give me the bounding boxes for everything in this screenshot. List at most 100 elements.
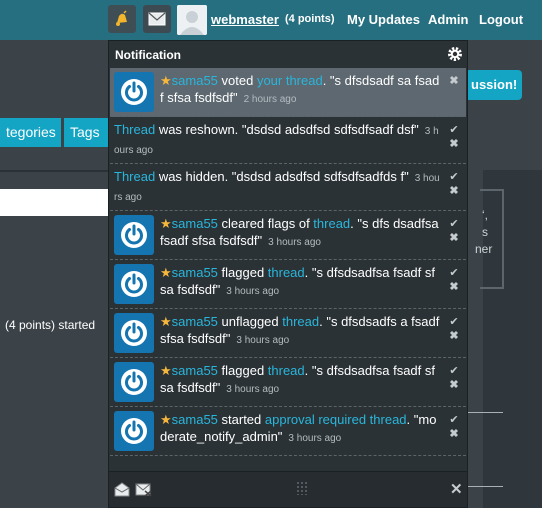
messages-button[interactable]	[143, 5, 171, 33]
close-icon[interactable]: ✖	[448, 280, 460, 294]
close-icon[interactable]: ✖	[448, 74, 460, 88]
user-link[interactable]: sama55	[172, 412, 218, 427]
star-icon: ★	[160, 265, 172, 280]
notification-actions: ✔ ✖	[448, 170, 460, 198]
mark-all-read-button[interactable]	[135, 481, 152, 502]
notification-actions: ✔ ✖	[448, 315, 460, 343]
notification-text: ★sama55 voted your thread. "s dfsdsadf s…	[114, 72, 440, 108]
user-points: (4 points)	[285, 13, 335, 25]
user-link[interactable]: sama55	[172, 216, 218, 231]
user-avatar-icon	[177, 5, 207, 35]
notification-footer: ✕	[109, 471, 467, 507]
search-input[interactable]	[0, 189, 108, 216]
star-icon: ★	[160, 314, 172, 329]
close-icon[interactable]: ✖	[448, 427, 460, 441]
thread-link[interactable]: thread	[313, 216, 350, 231]
notification-verb: flagged	[217, 363, 268, 378]
mail-icon	[148, 12, 166, 26]
categories-tab[interactable]: tegories	[0, 118, 61, 147]
notification-time: 3 hours ago	[226, 384, 280, 395]
check-icon[interactable]: ✔	[448, 123, 460, 137]
star-icon: ★	[160, 73, 172, 88]
my-updates-link[interactable]: My Updates	[347, 12, 420, 27]
sidebar-text-fragment: s	[482, 225, 488, 239]
power-icon	[121, 418, 147, 444]
logout-link[interactable]: Logout	[479, 12, 523, 27]
star-icon: ★	[160, 412, 172, 427]
avatar[interactable]	[177, 5, 207, 35]
check-icon[interactable]: ✔	[448, 413, 460, 427]
notification-time: 3 hours ago	[226, 286, 280, 297]
notification-text: ★sama55 flagged thread. "s dfsdsadfsa fs…	[114, 362, 440, 398]
sidebar-text-fragment: ner	[475, 242, 493, 256]
check-icon[interactable]: ✔	[448, 266, 460, 280]
close-icon[interactable]: ✖	[448, 184, 460, 198]
resize-grip-icon[interactable]	[296, 481, 308, 495]
notification-item[interactable]: ★sama55 cleared flags of thread. "s dfs …	[110, 211, 466, 260]
notification-settings-button[interactable]	[447, 46, 463, 67]
user-link[interactable]: sama55	[172, 73, 218, 88]
user-avatar[interactable]	[114, 313, 154, 353]
user-link[interactable]: sama55	[172, 265, 218, 280]
notification-message: was hidden. "dsdsd adsdfsd sdfsdfsadfds …	[155, 169, 409, 184]
check-icon[interactable]: ✔	[448, 170, 460, 184]
star-icon: ★	[160, 216, 172, 231]
power-icon	[121, 79, 147, 105]
bell-icon	[116, 10, 127, 26]
notification-actions: ✔ ✖	[448, 266, 460, 294]
gear-icon	[448, 47, 462, 61]
mark-read-button[interactable]	[114, 481, 130, 502]
sidebar-text-fragment: ‘,	[482, 208, 488, 222]
user-avatar[interactable]	[114, 411, 154, 451]
divider	[468, 412, 503, 413]
notification-text: ★sama55 unflagged thread. "s dfsdsadfs a…	[114, 313, 440, 349]
thread-link[interactable]: approval required thread	[265, 412, 407, 427]
notification-item[interactable]: ★sama55 voted your thread. "s dfsdsadf s…	[110, 68, 466, 117]
close-icon[interactable]: ✖	[448, 329, 460, 343]
notification-item[interactable]: Thread was hidden. "dsdsd adsdfsd sdfsdf…	[110, 164, 466, 211]
close-panel-button[interactable]: ✕	[450, 480, 463, 498]
notification-text: ★sama55 cleared flags of thread. "s dfs …	[114, 215, 440, 251]
user-link[interactable]: sama55	[172, 363, 218, 378]
user-avatar[interactable]	[114, 215, 154, 255]
notification-time: 3 hours ago	[288, 433, 342, 444]
thread-link[interactable]: Thread	[114, 169, 155, 184]
notification-item[interactable]: ★sama55 flagged thread. "s dfsdsadfsa fs…	[110, 260, 466, 309]
close-icon[interactable]: ✖	[448, 231, 460, 245]
thread-link[interactable]: thread	[268, 363, 305, 378]
power-icon	[121, 320, 147, 346]
notification-time: 3 hours ago	[268, 237, 321, 248]
admin-link[interactable]: Admin	[428, 12, 468, 27]
notification-item[interactable]: Thread was reshown. "dsdsd adsdfsd sdfsd…	[110, 117, 466, 164]
thread-link[interactable]: thread	[268, 265, 305, 280]
power-icon	[121, 271, 147, 297]
start-discussion-button[interactable]: ussion!	[465, 70, 522, 100]
divider	[0, 170, 108, 172]
notification-item[interactable]: ★sama55 started approval required thread…	[110, 407, 466, 456]
notification-bell-button[interactable]	[108, 5, 136, 33]
notification-item[interactable]: ★sama55 unflagged thread. "s dfsdsadfs a…	[110, 309, 466, 358]
user-avatar[interactable]	[114, 264, 154, 304]
check-icon[interactable]: ✔	[448, 364, 460, 378]
power-icon	[121, 369, 147, 395]
mark-read-icon	[114, 482, 130, 497]
notification-verb: flagged	[217, 265, 268, 280]
close-icon[interactable]: ✖	[448, 378, 460, 392]
notification-actions: ✔ ✖	[448, 364, 460, 392]
username-link[interactable]: webmaster	[211, 12, 279, 27]
user-link[interactable]: sama55	[172, 314, 218, 329]
check-icon[interactable]: ✔	[448, 315, 460, 329]
notification-panel: Notification ★sama55 voted your thread. …	[108, 40, 468, 508]
notification-item[interactable]: ★sama55 flagged thread. "s dfsdsadfsa fs…	[110, 358, 466, 407]
tags-tab[interactable]: Tags	[64, 118, 108, 147]
thread-link[interactable]: thread	[282, 314, 319, 329]
check-icon[interactable]: ✔	[448, 217, 460, 231]
notification-text: Thread was reshown. "dsdsd adsdfsd sdfsd…	[114, 121, 440, 159]
sidebar-box	[480, 189, 504, 289]
close-icon[interactable]: ✖	[448, 137, 460, 151]
thread-link[interactable]: your thread	[257, 73, 323, 88]
notification-actions: ✔ ✖	[448, 123, 460, 151]
user-avatar[interactable]	[114, 72, 154, 112]
user-avatar[interactable]	[114, 362, 154, 402]
thread-link[interactable]: Thread	[114, 122, 155, 137]
